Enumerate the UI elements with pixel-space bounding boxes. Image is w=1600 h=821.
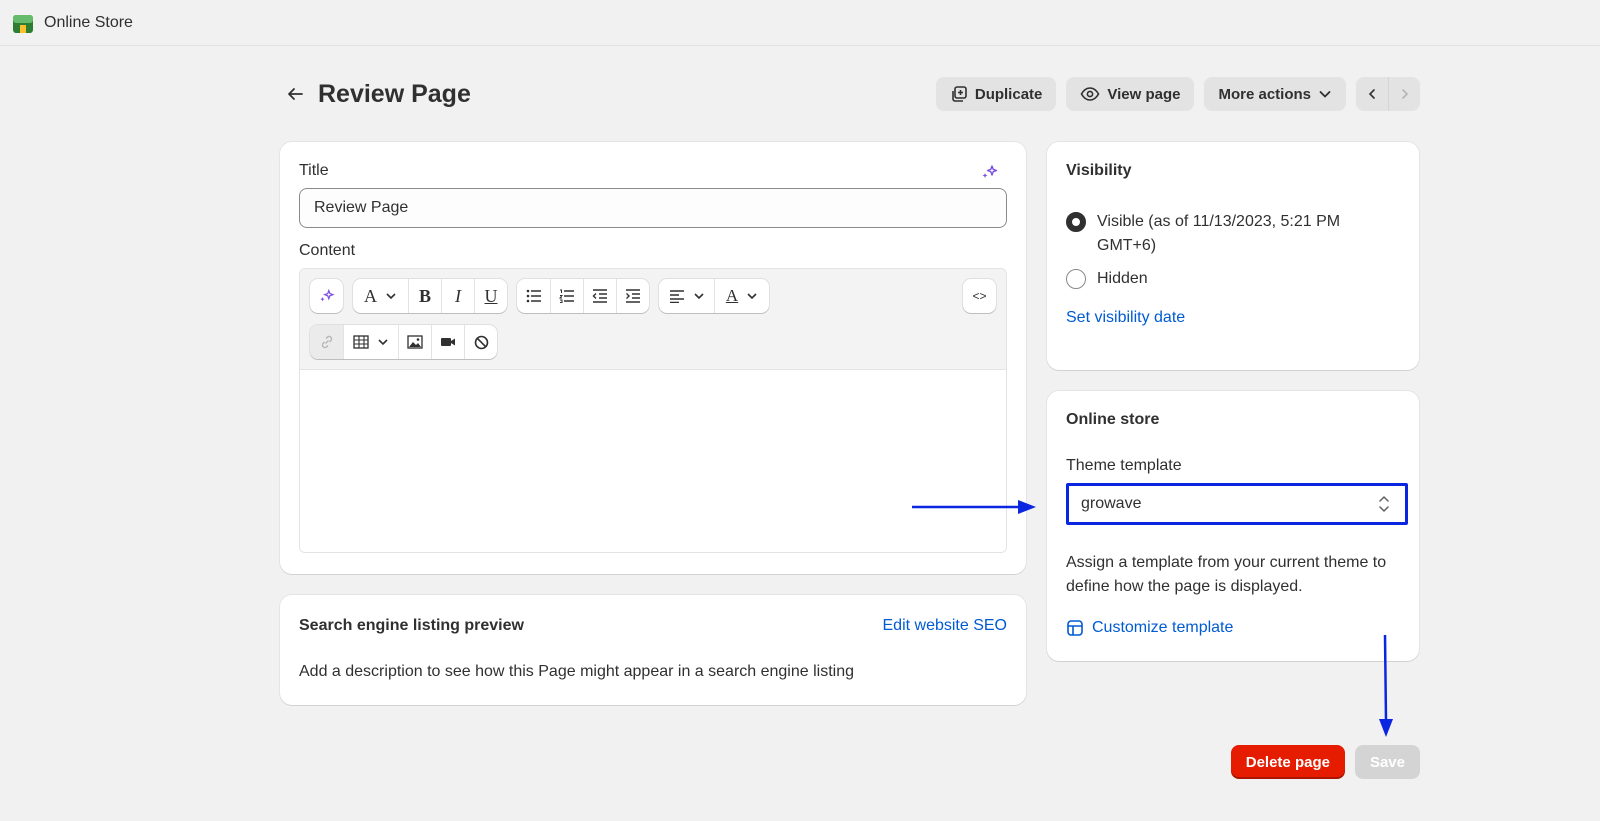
chevron-down-icon	[386, 293, 396, 300]
visibility-option-visible[interactable]: Visible (as of 11/13/2023, 5:21 PM GMT+6…	[1066, 210, 1400, 258]
bold-icon: B	[418, 285, 431, 306]
bulleted-list-icon	[526, 289, 541, 303]
editor-content-area[interactable]	[300, 370, 1006, 552]
theme-template-label: Theme template	[1066, 457, 1182, 474]
align-left-icon	[669, 290, 684, 303]
video-icon	[441, 338, 455, 346]
chevron-left-icon	[1368, 89, 1375, 99]
underline-icon: U	[484, 285, 498, 306]
back-button[interactable]	[280, 79, 310, 109]
layout-icon	[1067, 620, 1083, 636]
set-visibility-date-link[interactable]: Set visibility date	[1066, 309, 1400, 327]
save-button[interactable]: Save	[1354, 745, 1420, 779]
rich-text-editor: A B I U A <>	[299, 268, 1007, 553]
visibility-card: Visibility Visible (as of 11/13/2023, 5:…	[1047, 142, 1419, 370]
theme-template-select[interactable]: growave	[1066, 483, 1408, 525]
arrow-left-icon	[288, 88, 303, 100]
ai-sparkle-icon	[319, 288, 335, 302]
chevron-down-icon	[693, 293, 704, 300]
online-store-card: Online store Theme template growave Assi…	[1047, 391, 1419, 661]
annotation-arrow-right-icon	[912, 500, 1036, 514]
edit-seo-link[interactable]: Edit website SEO	[883, 617, 1008, 635]
chevron-down-icon	[747, 293, 757, 300]
duplicate-button[interactable]: Duplicate	[935, 77, 1057, 111]
app-title: Online Store	[44, 13, 133, 31]
chevron-down-icon	[1319, 91, 1331, 98]
duplicate-icon	[952, 86, 967, 102]
select-arrows-icon	[1379, 495, 1389, 513]
text-color-icon: A	[725, 286, 739, 305]
indent-button[interactable]	[616, 279, 649, 313]
show-html-button[interactable]: <>	[963, 279, 996, 313]
link-icon	[321, 335, 332, 349]
outdent-icon	[592, 289, 607, 303]
hidden-option-label: Hidden	[1097, 270, 1148, 287]
insert-table-dropdown[interactable]	[343, 325, 398, 359]
annotation-arrow-down-icon	[1379, 634, 1393, 737]
editor-toolbar: A B I U A <>	[300, 269, 1006, 370]
radio-selected[interactable]	[1066, 212, 1086, 232]
theme-template-value: growave	[1081, 495, 1142, 512]
radio-unselected[interactable]	[1066, 269, 1086, 289]
online-store-icon	[13, 14, 33, 33]
visibility-option-hidden[interactable]: Hidden	[1066, 267, 1400, 291]
next-page-button[interactable]	[1388, 77, 1420, 111]
text-color-dropdown[interactable]: A	[714, 279, 769, 313]
insert-video-button[interactable]	[431, 325, 464, 359]
delete-page-button[interactable]: Delete page	[1230, 745, 1345, 779]
chevron-down-icon	[378, 339, 388, 346]
page-navigation	[1356, 77, 1420, 111]
seo-heading: Search engine listing preview	[299, 617, 524, 634]
block-icon	[474, 335, 488, 349]
customize-template-label: Customize template	[1092, 619, 1234, 636]
insert-image-button[interactable]	[398, 325, 431, 359]
insert-link-button[interactable]	[310, 325, 343, 359]
italic-icon: I	[455, 285, 461, 306]
underline-button[interactable]: U	[474, 279, 507, 313]
ai-generate-button[interactable]	[310, 279, 343, 313]
top-bar: Online Store	[0, 0, 1600, 46]
font-style-dropdown[interactable]: A	[353, 279, 408, 313]
bulleted-list-button[interactable]	[517, 279, 550, 313]
theme-template-help: Assign a template from your current them…	[1066, 554, 1387, 595]
customize-template-link[interactable]: Customize template	[1066, 619, 1400, 637]
image-icon	[407, 335, 423, 349]
more-actions-button[interactable]: More actions	[1204, 77, 1346, 111]
page-title: Review Page	[318, 79, 471, 108]
italic-button[interactable]: I	[441, 279, 474, 313]
view-page-button[interactable]: View page	[1066, 77, 1195, 111]
bold-button[interactable]: B	[408, 279, 441, 313]
visible-option-label: Visible (as of 11/13/2023, 5:21 PM GMT+6…	[1097, 213, 1341, 254]
table-icon	[353, 335, 369, 349]
indent-icon	[626, 289, 640, 303]
numbered-list-icon	[559, 289, 574, 303]
title-label: Title	[299, 162, 329, 179]
online-store-heading: Online store	[1066, 411, 1160, 428]
seo-preview-card: Search engine listing preview Edit websi…	[280, 595, 1026, 705]
footer-actions: Delete page Save	[1230, 745, 1420, 779]
clear-formatting-button[interactable]	[464, 325, 497, 359]
outdent-button[interactable]	[583, 279, 616, 313]
content-label: Content	[299, 242, 356, 259]
more-actions-label: More actions	[1218, 85, 1311, 103]
previous-page-button[interactable]	[1356, 77, 1388, 111]
title-input[interactable]: Review Page	[299, 188, 1007, 228]
visibility-heading: Visibility	[1066, 162, 1132, 179]
duplicate-label: Duplicate	[974, 85, 1043, 103]
align-dropdown[interactable]	[659, 279, 714, 313]
font-icon: A	[364, 285, 377, 306]
view-page-label: View page	[1107, 85, 1181, 103]
eye-icon	[1080, 87, 1100, 101]
ai-sparkle-icon[interactable]	[980, 162, 1000, 182]
chevron-right-icon	[1401, 89, 1408, 99]
numbered-list-button[interactable]	[550, 279, 583, 313]
page-header: Review Page Duplicate View page More act…	[280, 76, 1420, 112]
seo-description: Add a description to see how this Page m…	[299, 663, 855, 680]
